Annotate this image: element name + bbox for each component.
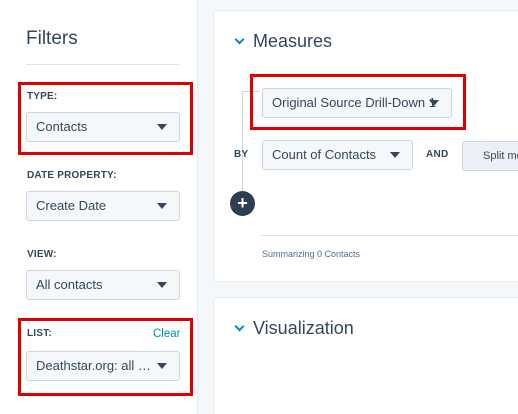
- date-property-label: DATE PROPERTY:: [27, 170, 117, 181]
- type-label: TYPE:: [27, 91, 58, 102]
- clear-list-link[interactable]: Clear: [153, 328, 180, 340]
- tree-connector-horizontal: [242, 91, 260, 92]
- primary-dimension-select[interactable]: Original Source Drill-Down 1: [262, 88, 452, 118]
- summary-divider: [260, 235, 518, 236]
- measures-header[interactable]: Measures: [234, 31, 332, 52]
- list-label: LIST:: [27, 328, 52, 339]
- date-property-select[interactable]: Create Date: [26, 191, 180, 221]
- primary-dimension-value: Original Source Drill-Down 1: [272, 95, 436, 110]
- tree-connector-vertical: [242, 91, 243, 191]
- chevron-down-icon: [157, 203, 167, 209]
- visualization-card: Visualization: [213, 297, 518, 414]
- metric-select-value: Count of Contacts: [272, 147, 377, 162]
- by-label: BY: [234, 149, 249, 160]
- measures-title: Measures: [253, 31, 333, 51]
- visualization-title: Visualization: [253, 318, 354, 338]
- measures-card: Measures Original Source Drill-Down 1 BY…: [213, 10, 518, 282]
- view-select-value: All contacts: [36, 277, 103, 292]
- chevron-down-icon: [234, 321, 245, 332]
- chevron-down-icon: [157, 363, 167, 369]
- type-select[interactable]: Contacts: [26, 112, 180, 142]
- chevron-down-icon: [390, 152, 400, 158]
- summary-text: Summarizing 0 Contacts: [262, 249, 361, 259]
- visualization-header[interactable]: Visualization: [234, 318, 354, 339]
- view-select[interactable]: All contacts: [26, 270, 180, 300]
- and-label: AND: [426, 149, 449, 160]
- split-button[interactable]: Split me: [462, 141, 518, 171]
- metric-select[interactable]: Count of Contacts: [262, 140, 413, 170]
- type-select-value: Contacts: [36, 119, 88, 134]
- filters-divider: [26, 64, 180, 65]
- view-label: VIEW:: [27, 249, 57, 260]
- list-select-value: Deathstar.org: all c...: [36, 358, 156, 373]
- date-property-select-value: Create Date: [36, 198, 107, 213]
- chevron-down-icon: [157, 124, 167, 130]
- chevron-down-icon: [157, 282, 167, 288]
- filters-panel: Filters TYPE: Contacts DATE PROPERTY: Cr…: [0, 0, 198, 414]
- chevron-down-icon: [234, 34, 245, 45]
- chevron-down-icon: [429, 100, 439, 106]
- filters-title: Filters: [26, 28, 78, 49]
- add-measure-button[interactable]: +: [230, 191, 255, 216]
- list-select[interactable]: Deathstar.org: all c...: [26, 351, 180, 381]
